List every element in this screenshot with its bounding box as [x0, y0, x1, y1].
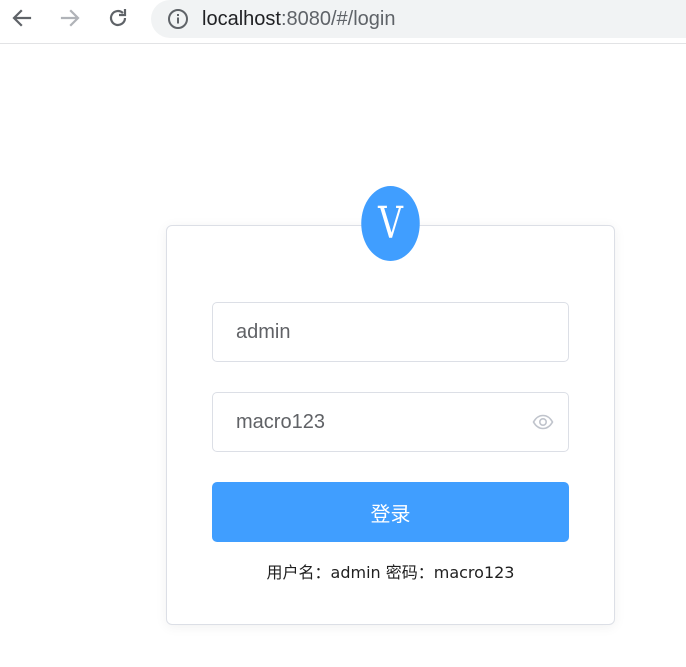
- arrow-right-icon: [60, 9, 80, 27]
- reload-icon: [109, 9, 127, 27]
- eye-icon[interactable]: [532, 412, 554, 432]
- url-host: localhost: [202, 8, 281, 30]
- reload-button[interactable]: [104, 4, 132, 32]
- logo-letter: V: [378, 197, 403, 249]
- back-button[interactable]: [8, 4, 36, 32]
- credentials-hint: 用户名：admin 密码：macro123: [266, 563, 515, 582]
- url-text[interactable]: localhost:8080/#/login: [202, 6, 395, 32]
- forward-button[interactable]: [56, 4, 84, 32]
- login-card: 登录 用户名：admin 密码：macro123: [166, 225, 615, 625]
- username-input[interactable]: [213, 303, 568, 361]
- password-field[interactable]: [212, 392, 569, 452]
- password-input[interactable]: [213, 393, 568, 451]
- info-icon[interactable]: [167, 8, 189, 30]
- arrow-left-icon: [12, 9, 32, 27]
- url-path: :8080/#/login: [280, 8, 396, 30]
- logo-avatar: V: [361, 186, 420, 261]
- login-button[interactable]: 登录: [212, 482, 569, 542]
- address-bar[interactable]: localhost:8080/#/login: [151, 0, 686, 38]
- browser-toolbar: localhost:8080/#/login: [0, 0, 686, 44]
- username-field[interactable]: [212, 302, 569, 362]
